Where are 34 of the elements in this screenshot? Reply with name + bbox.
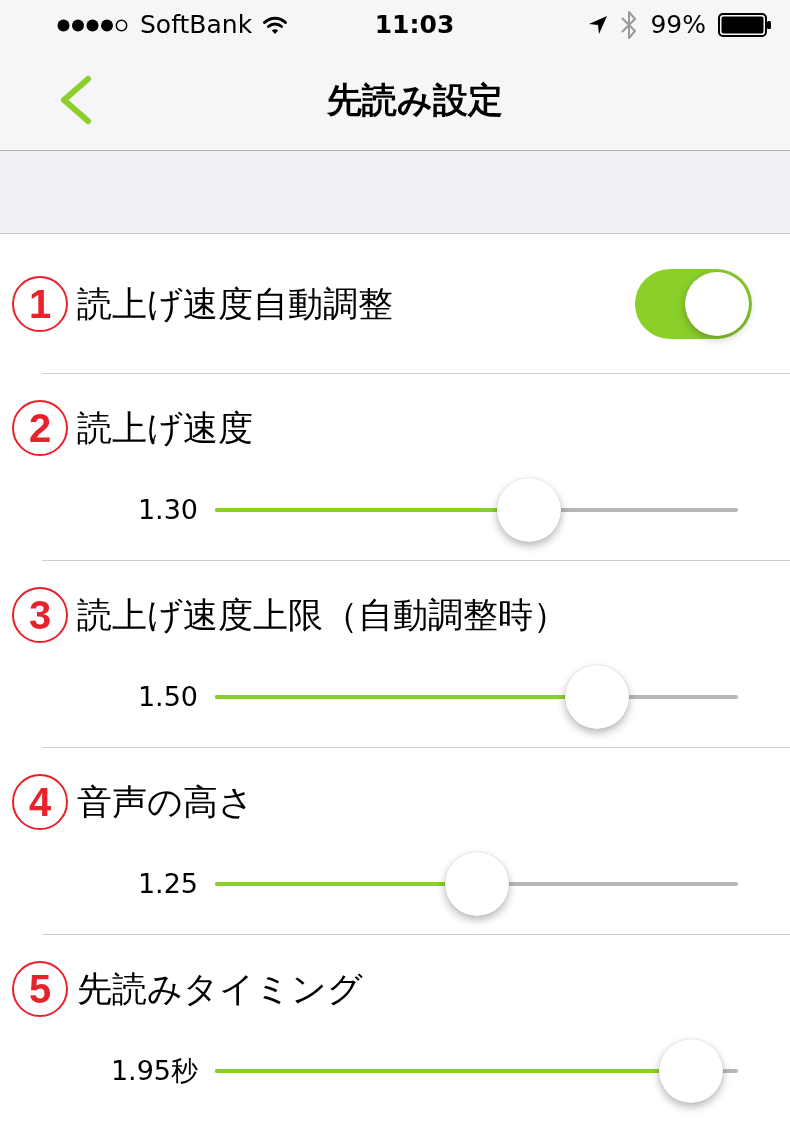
wifi-icon xyxy=(262,15,289,35)
chevron-left-icon xyxy=(59,75,93,125)
back-button[interactable] xyxy=(58,75,94,125)
slider-thumb[interactable] xyxy=(564,665,629,729)
setting-label: 先読みタイミング xyxy=(77,968,363,1010)
slider-value: 1.95秒 xyxy=(109,1054,198,1088)
setting-label: 音声の高さ xyxy=(77,781,254,823)
slider[interactable] xyxy=(215,478,738,542)
slider-thumb[interactable] xyxy=(658,1039,723,1103)
slider-thumb[interactable] xyxy=(444,852,509,916)
nav-title: 先読み設定 xyxy=(327,79,503,121)
number-badge: 2 xyxy=(12,400,68,456)
slider[interactable] xyxy=(215,1039,738,1103)
location-arrow-icon xyxy=(588,15,609,35)
carrier-name: SoftBank xyxy=(140,11,253,39)
slider[interactable] xyxy=(215,852,738,916)
battery-percent: 99% xyxy=(650,11,706,39)
setting-label: 読上げ速度自動調整 xyxy=(77,282,393,325)
slider-thumb[interactable] xyxy=(496,478,561,542)
setting-label: 読上げ速度 xyxy=(77,407,253,449)
battery-icon xyxy=(718,13,772,37)
number-badge: 3 xyxy=(12,587,68,643)
slider-value: 1.30 xyxy=(136,493,198,527)
slider-value: 1.50 xyxy=(136,680,198,714)
setting-label: 読上げ速度上限（自動調整時） xyxy=(77,594,568,636)
clock-time: 11:03 xyxy=(374,11,455,39)
number-badge: 5 xyxy=(12,961,68,1017)
bluetooth-icon xyxy=(620,10,639,40)
signal-icon xyxy=(57,18,130,32)
number-badge: 1 xyxy=(12,275,68,332)
toggle-switch[interactable] xyxy=(635,268,752,339)
slider[interactable] xyxy=(215,665,738,729)
slider-value: 1.25 xyxy=(136,867,198,901)
number-badge: 4 xyxy=(12,774,68,830)
